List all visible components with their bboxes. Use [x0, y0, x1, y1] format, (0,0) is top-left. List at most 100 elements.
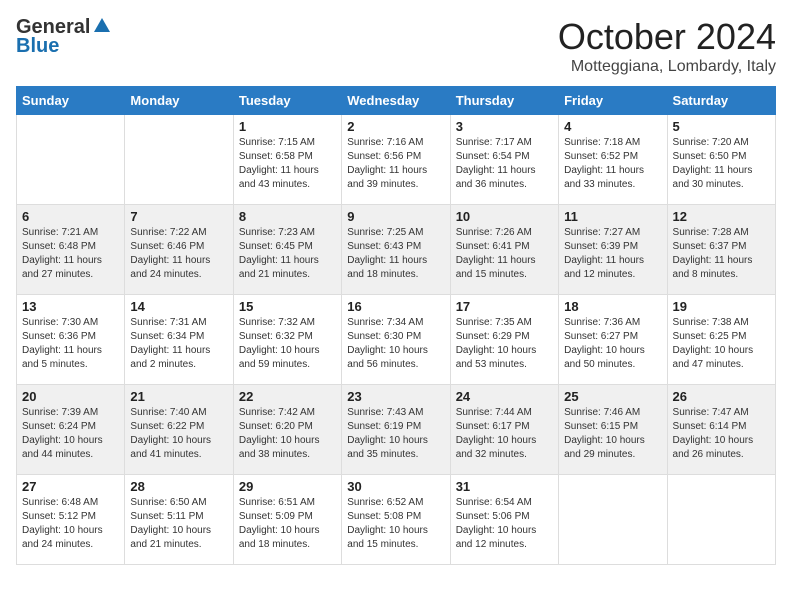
day-detail: Sunrise: 7:23 AM Sunset: 6:45 PM Dayligh…	[239, 226, 336, 282]
day-number: 21	[130, 389, 227, 404]
day-number: 8	[239, 209, 336, 224]
day-number: 7	[130, 209, 227, 224]
calendar-cell: 10 Sunrise: 7:26 AM Sunset: 6:41 PM Dayli…	[450, 205, 558, 295]
day-number: 19	[673, 299, 770, 314]
day-number: 10	[456, 209, 553, 224]
day-detail: Sunrise: 7:47 AM Sunset: 6:14 PM Dayligh…	[673, 406, 770, 462]
day-detail: Sunrise: 7:22 AM Sunset: 6:46 PM Dayligh…	[130, 226, 227, 282]
day-number: 26	[673, 389, 770, 404]
day-number: 17	[456, 299, 553, 314]
month-title: October 2024	[558, 16, 776, 58]
day-detail: Sunrise: 7:40 AM Sunset: 6:22 PM Dayligh…	[130, 406, 227, 462]
calendar-cell: 7 Sunrise: 7:22 AM Sunset: 6:46 PM Daylig…	[125, 205, 233, 295]
day-number: 1	[239, 119, 336, 134]
calendar-cell	[559, 475, 667, 565]
day-detail: Sunrise: 7:17 AM Sunset: 6:54 PM Dayligh…	[456, 136, 553, 192]
logo-triangle-icon	[94, 18, 110, 37]
calendar-cell: 3 Sunrise: 7:17 AM Sunset: 6:54 PM Daylig…	[450, 115, 558, 205]
day-detail: Sunrise: 6:50 AM Sunset: 5:11 PM Dayligh…	[130, 496, 227, 552]
day-number: 2	[347, 119, 444, 134]
day-number: 16	[347, 299, 444, 314]
calendar-cell: 15 Sunrise: 7:32 AM Sunset: 6:32 PM Dayli…	[233, 295, 341, 385]
day-detail: Sunrise: 7:28 AM Sunset: 6:37 PM Dayligh…	[673, 226, 770, 282]
day-detail: Sunrise: 7:39 AM Sunset: 6:24 PM Dayligh…	[22, 406, 119, 462]
day-number: 9	[347, 209, 444, 224]
calendar-week-row: 13 Sunrise: 7:30 AM Sunset: 6:36 PM Dayli…	[17, 295, 776, 385]
calendar-cell: 17 Sunrise: 7:35 AM Sunset: 6:29 PM Dayli…	[450, 295, 558, 385]
calendar-cell: 27 Sunrise: 6:48 AM Sunset: 5:12 PM Dayli…	[17, 475, 125, 565]
day-detail: Sunrise: 7:21 AM Sunset: 6:48 PM Dayligh…	[22, 226, 119, 282]
calendar-week-row: 20 Sunrise: 7:39 AM Sunset: 6:24 PM Dayli…	[17, 385, 776, 475]
weekday-header: Saturday	[667, 87, 775, 115]
day-number: 29	[239, 479, 336, 494]
calendar-cell: 24Sunrise: 7:44 AM Sunset: 6:17 PM Dayli…	[450, 385, 558, 475]
day-detail: Sunrise: 7:30 AM Sunset: 6:36 PM Dayligh…	[22, 316, 119, 372]
calendar-cell: 2 Sunrise: 7:16 AM Sunset: 6:56 PM Daylig…	[342, 115, 450, 205]
weekday-header: Sunday	[17, 87, 125, 115]
day-number: 18	[564, 299, 661, 314]
day-detail: Sunrise: 6:51 AM Sunset: 5:09 PM Dayligh…	[239, 496, 336, 552]
day-number: 11	[564, 209, 661, 224]
calendar-cell: 28 Sunrise: 6:50 AM Sunset: 5:11 PM Dayli…	[125, 475, 233, 565]
page-header: General Blue October 2024 Motteggiana, L…	[16, 16, 776, 76]
day-detail: Sunrise: 7:34 AM Sunset: 6:30 PM Dayligh…	[347, 316, 444, 372]
logo: General Blue	[16, 16, 110, 58]
day-detail: Sunrise: 7:15 AM Sunset: 6:58 PM Dayligh…	[239, 136, 336, 192]
day-number: 30	[347, 479, 444, 494]
day-detail: Sunrise: 6:52 AM Sunset: 5:08 PM Dayligh…	[347, 496, 444, 552]
day-detail: Sunrise: 7:18 AM Sunset: 6:52 PM Dayligh…	[564, 136, 661, 192]
calendar-cell	[125, 115, 233, 205]
day-number: 6	[22, 209, 119, 224]
calendar-cell: 1 Sunrise: 7:15 AM Sunset: 6:58 PM Daylig…	[233, 115, 341, 205]
calendar-cell: 4 Sunrise: 7:18 AM Sunset: 6:52 PM Daylig…	[559, 115, 667, 205]
day-detail: Sunrise: 7:26 AM Sunset: 6:41 PM Dayligh…	[456, 226, 553, 282]
day-detail: Sunrise: 6:48 AM Sunset: 5:12 PM Dayligh…	[22, 496, 119, 552]
calendar-cell: 18Sunrise: 7:36 AM Sunset: 6:27 PM Dayli…	[559, 295, 667, 385]
calendar-cell: 30 Sunrise: 6:52 AM Sunset: 5:08 PM Dayli…	[342, 475, 450, 565]
day-number: 12	[673, 209, 770, 224]
calendar-week-row: 6 Sunrise: 7:21 AM Sunset: 6:48 PM Daylig…	[17, 205, 776, 295]
day-number: 22	[239, 389, 336, 404]
calendar-cell	[667, 475, 775, 565]
day-detail: Sunrise: 7:38 AM Sunset: 6:25 PM Dayligh…	[673, 316, 770, 372]
day-detail: Sunrise: 6:54 AM Sunset: 5:06 PM Dayligh…	[456, 496, 553, 552]
location-title: Motteggiana, Lombardy, Italy	[558, 58, 776, 76]
day-number: 24	[456, 389, 553, 404]
calendar-cell: 11 Sunrise: 7:27 AM Sunset: 6:39 PM Dayli…	[559, 205, 667, 295]
calendar-cell: 12 Sunrise: 7:28 AM Sunset: 6:37 PM Dayli…	[667, 205, 775, 295]
calendar-week-row: 27 Sunrise: 6:48 AM Sunset: 5:12 PM Dayli…	[17, 475, 776, 565]
day-number: 23	[347, 389, 444, 404]
day-number: 20	[22, 389, 119, 404]
calendar-cell: 29 Sunrise: 6:51 AM Sunset: 5:09 PM Dayli…	[233, 475, 341, 565]
day-detail: Sunrise: 7:42 AM Sunset: 6:20 PM Dayligh…	[239, 406, 336, 462]
weekday-header: Thursday	[450, 87, 558, 115]
day-detail: Sunrise: 7:32 AM Sunset: 6:32 PM Dayligh…	[239, 316, 336, 372]
day-number: 14	[130, 299, 227, 314]
calendar-cell: 21 Sunrise: 7:40 AM Sunset: 6:22 PM Dayli…	[125, 385, 233, 475]
calendar-cell: 9Sunrise: 7:25 AM Sunset: 6:43 PM Daylig…	[342, 205, 450, 295]
title-section: October 2024 Motteggiana, Lombardy, Ital…	[558, 16, 776, 76]
day-detail: Sunrise: 7:35 AM Sunset: 6:29 PM Dayligh…	[456, 316, 553, 372]
day-number: 31	[456, 479, 553, 494]
calendar-cell: 25Sunrise: 7:46 AM Sunset: 6:15 PM Dayli…	[559, 385, 667, 475]
day-detail: Sunrise: 7:46 AM Sunset: 6:15 PM Dayligh…	[564, 406, 661, 462]
weekday-header: Tuesday	[233, 87, 341, 115]
day-number: 15	[239, 299, 336, 314]
day-number: 28	[130, 479, 227, 494]
calendar-cell: 6 Sunrise: 7:21 AM Sunset: 6:48 PM Daylig…	[17, 205, 125, 295]
calendar-cell: 14Sunrise: 7:31 AM Sunset: 6:34 PM Dayli…	[125, 295, 233, 385]
day-number: 13	[22, 299, 119, 314]
weekday-header: Wednesday	[342, 87, 450, 115]
calendar-cell: 13 Sunrise: 7:30 AM Sunset: 6:36 PM Dayli…	[17, 295, 125, 385]
day-number: 4	[564, 119, 661, 134]
day-number: 3	[456, 119, 553, 134]
day-detail: Sunrise: 7:20 AM Sunset: 6:50 PM Dayligh…	[673, 136, 770, 192]
day-detail: Sunrise: 7:27 AM Sunset: 6:39 PM Dayligh…	[564, 226, 661, 282]
calendar-cell: 31 Sunrise: 6:54 AM Sunset: 5:06 PM Dayli…	[450, 475, 558, 565]
day-detail: Sunrise: 7:16 AM Sunset: 6:56 PM Dayligh…	[347, 136, 444, 192]
calendar-cell: 26 Sunrise: 7:47 AM Sunset: 6:14 PM Dayli…	[667, 385, 775, 475]
calendar-cell: 19 Sunrise: 7:38 AM Sunset: 6:25 PM Dayli…	[667, 295, 775, 385]
day-number: 27	[22, 479, 119, 494]
calendar-header-row: SundayMondayTuesdayWednesdayThursdayFrid…	[17, 87, 776, 115]
calendar-cell: 5Sunrise: 7:20 AM Sunset: 6:50 PM Daylig…	[667, 115, 775, 205]
